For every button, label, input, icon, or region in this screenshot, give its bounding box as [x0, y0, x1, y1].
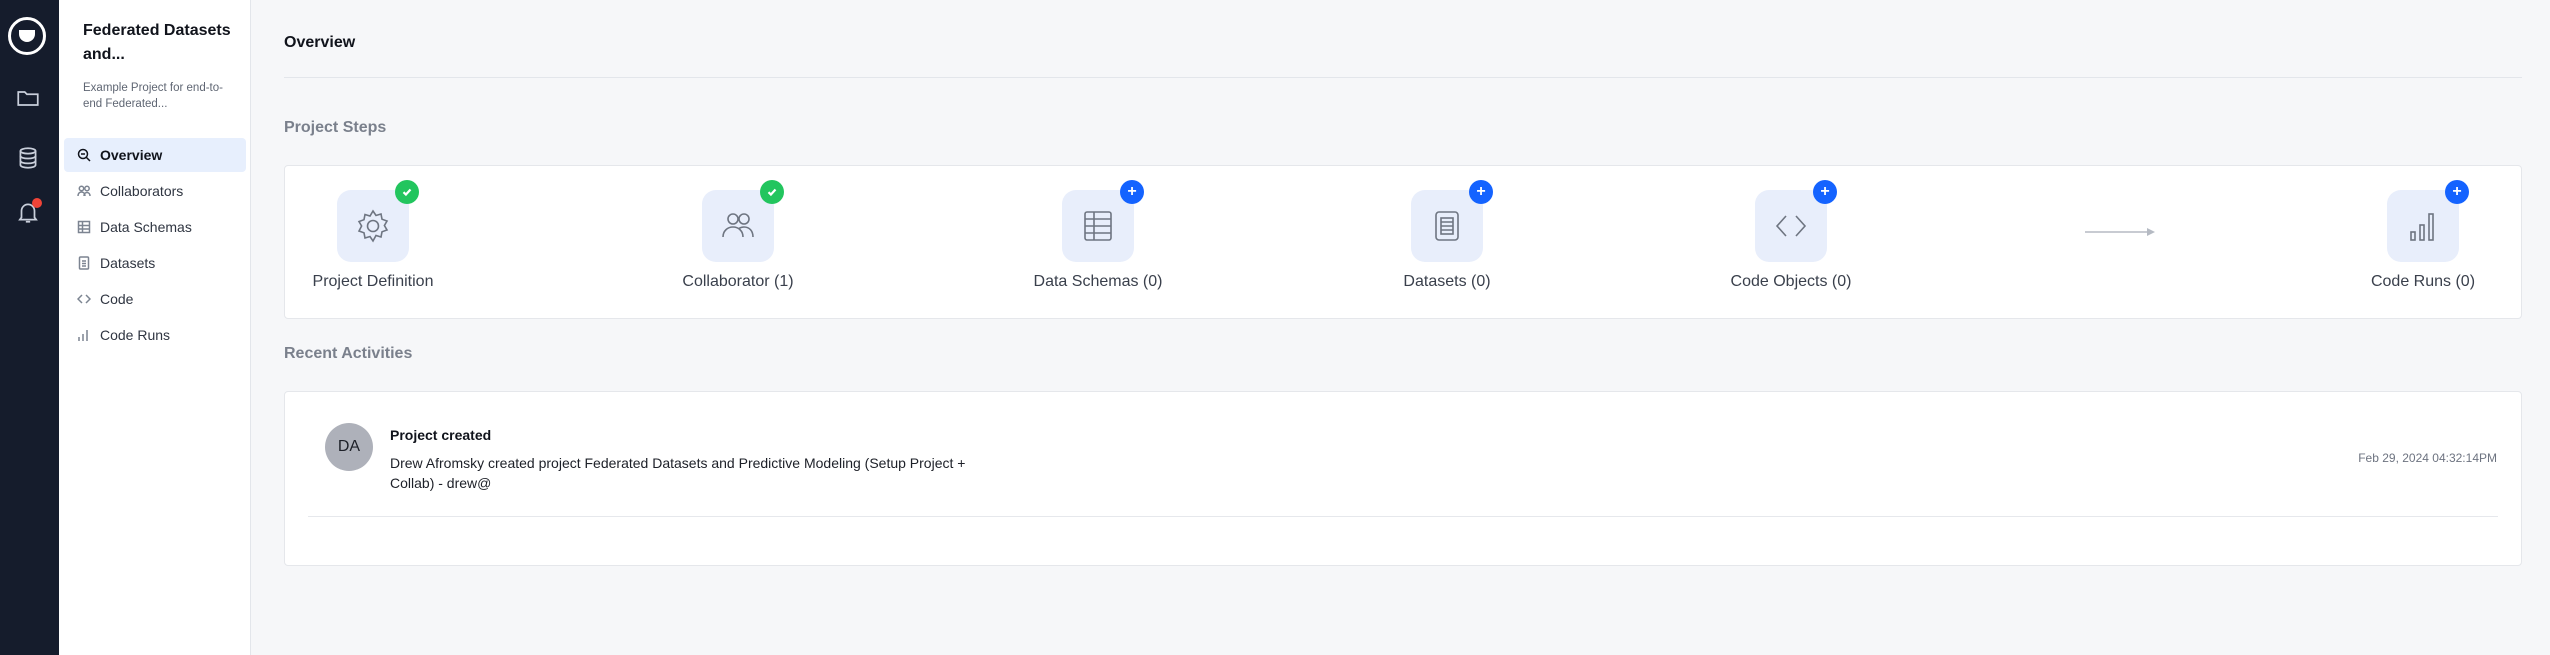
table-icon — [1084, 211, 1112, 241]
project-title: Federated Datasets and... — [83, 22, 231, 63]
project-steps-title: Project Steps — [284, 119, 387, 136]
completed-check-icon — [395, 180, 419, 204]
activity-description: Drew Afromsky created project Federated … — [390, 455, 966, 491]
document-icon — [1435, 211, 1459, 241]
nav-item-label: Code Runs — [100, 327, 171, 343]
users-icon — [722, 213, 754, 238]
collaborators-icon — [77, 185, 91, 197]
step-tile[interactable] — [337, 180, 419, 262]
add-icon[interactable]: + — [1120, 180, 1144, 204]
step-datasets[interactable]: + Datasets (0) — [1357, 180, 1537, 291]
project-nav: Overview Collaborators Data Schemas Data… — [64, 138, 246, 354]
table-icon — [77, 220, 91, 234]
code-icon — [77, 294, 91, 304]
nav-item-label: Datasets — [100, 255, 156, 271]
app-logo[interactable] — [8, 17, 46, 55]
add-icon[interactable]: + — [1469, 180, 1493, 204]
notification-dot — [32, 198, 42, 208]
recent-activities-title: Recent Activities — [284, 345, 413, 362]
nav-item-code[interactable]: Code — [64, 282, 246, 316]
header-divider — [284, 77, 2522, 78]
overview-icon — [77, 148, 91, 162]
step-label: Data Schemas (0) — [1033, 273, 1163, 290]
nav-item-label: Overview — [100, 147, 163, 163]
step-tile[interactable] — [702, 180, 784, 262]
page-title: Overview — [284, 34, 356, 51]
project-description: Example Project for end-to-end Federated… — [83, 82, 223, 110]
step-tile[interactable]: + — [2387, 180, 2469, 262]
step-tile[interactable]: + — [1411, 180, 1493, 262]
step-code-runs[interactable]: + Code Runs (0) — [2333, 180, 2513, 291]
step-label: Collaborator (1) — [682, 273, 794, 290]
nav-item-datasets[interactable]: Datasets — [64, 246, 246, 280]
step-tile[interactable]: + — [1062, 180, 1144, 262]
step-data-schemas[interactable]: + Data Schemas (0) — [1008, 180, 1188, 291]
avatar: DA — [325, 423, 373, 471]
bar-chart-icon — [2410, 213, 2434, 241]
project-sidebar: Federated Datasets and... Example Projec… — [59, 0, 251, 655]
completed-check-icon — [760, 180, 784, 204]
nav-item-label: Code — [100, 291, 134, 307]
step-label: Code Runs (0) — [2370, 273, 2476, 290]
step-tile[interactable]: + — [1755, 180, 1837, 262]
recent-activities-card: DA Project created Drew Afromsky created… — [284, 391, 2522, 566]
project-steps-card: Project Definition Collaborator (1) + Da… — [284, 165, 2522, 319]
bar-chart-icon — [78, 330, 88, 341]
code-icon — [1775, 215, 1807, 237]
gear-icon — [357, 209, 389, 243]
nav-item-code-runs[interactable]: Code Runs — [64, 318, 246, 352]
nav-item-collaborators[interactable]: Collaborators — [64, 174, 246, 208]
bell-icon[interactable] — [12, 196, 44, 228]
add-icon[interactable]: + — [1813, 180, 1837, 204]
step-collaborator[interactable]: Collaborator (1) — [648, 180, 828, 291]
step-code-objects[interactable]: + Code Objects (0) — [1701, 180, 1881, 291]
step-label: Project Definition — [312, 273, 434, 290]
database-icon[interactable] — [12, 142, 44, 174]
activity-timestamp: Feb 29, 2024 04:32:14PM — [2358, 451, 2497, 465]
arrow-right-icon — [2085, 228, 2155, 236]
step-label: Datasets (0) — [1403, 273, 1491, 290]
step-project-definition[interactable]: Project Definition — [283, 180, 463, 291]
nav-item-overview[interactable]: Overview — [64, 138, 246, 172]
nav-item-label: Collaborators — [100, 183, 184, 199]
dataset-icon — [78, 256, 90, 270]
nav-item-data-schemas[interactable]: Data Schemas — [64, 210, 246, 244]
folder-icon[interactable] — [12, 82, 44, 114]
activity-divider — [308, 516, 2498, 517]
step-label: Code Objects (0) — [1730, 273, 1852, 290]
add-icon[interactable]: + — [2445, 180, 2469, 204]
activity-title: Project created — [390, 427, 492, 443]
nav-item-label: Data Schemas — [100, 219, 192, 235]
app-rail — [0, 0, 59, 655]
